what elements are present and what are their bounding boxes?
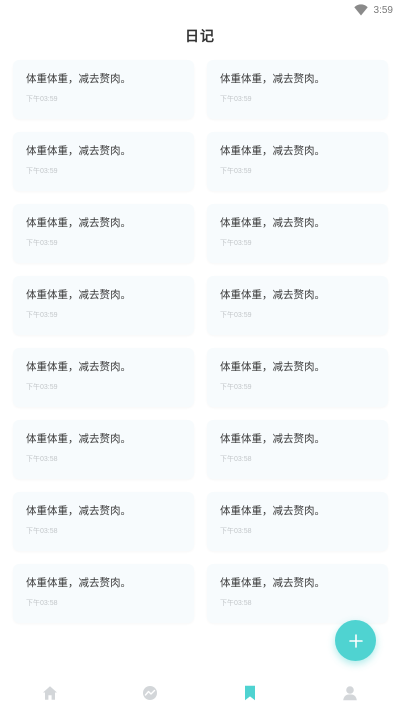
diary-card-time: 下午03:58	[220, 456, 252, 463]
wifi-icon	[353, 4, 368, 16]
diary-card-time: 下午03:59	[220, 168, 252, 175]
diary-card[interactable]: 体重体重，减去赘肉。 下午03:59	[207, 204, 388, 263]
status-bar: 3:59	[0, 0, 400, 20]
diary-card[interactable]: 体重体重，减去赘肉。 下午03:58	[13, 420, 194, 479]
diary-card-text: 体重体重，减去赘肉。	[26, 505, 131, 517]
diary-card-time: 下午03:58	[26, 528, 58, 535]
bottom-tab-bar	[0, 675, 400, 711]
diary-card-text: 体重体重，减去赘肉。	[26, 361, 131, 373]
diary-card[interactable]: 体重体重，减去赘肉。 下午03:59	[207, 348, 388, 407]
diary-card-time: 下午03:59	[220, 312, 252, 319]
tab-home[interactable]	[40, 683, 60, 703]
diary-card[interactable]: 体重体重，减去赘肉。 下午03:58	[207, 420, 388, 479]
bookmark-icon	[245, 685, 255, 701]
diary-card-time: 下午03:59	[26, 168, 58, 175]
diary-card-time: 下午03:59	[26, 240, 58, 247]
diary-card-text: 体重体重，减去赘肉。	[220, 217, 325, 229]
status-time: 3:59	[373, 4, 393, 16]
diary-card[interactable]: 体重体重，减去赘肉。 下午03:58	[13, 492, 194, 551]
diary-card[interactable]: 体重体重，减去赘肉。 下午03:59	[207, 132, 388, 191]
diary-card[interactable]: 体重体重，减去赘肉。 下午03:59	[13, 204, 194, 263]
diary-card[interactable]: 体重体重，减去赘肉。 下午03:58	[13, 564, 194, 623]
diary-grid: 体重体重，减去赘肉。 下午03:59 体重体重，减去赘肉。 下午03:59 体重…	[13, 60, 389, 623]
profile-icon	[343, 686, 357, 701]
diary-card[interactable]: 体重体重，减去赘肉。 下午03:59	[13, 132, 194, 191]
diary-card-text: 体重体重，减去赘肉。	[26, 433, 131, 445]
tab-profile[interactable]	[340, 683, 360, 703]
page-title: 日记	[185, 29, 215, 45]
diary-card-text: 体重体重，减去赘肉。	[220, 145, 325, 157]
diary-card-text: 体重体重，减去赘肉。	[220, 577, 325, 589]
diary-card-text: 体重体重，减去赘肉。	[220, 289, 325, 301]
diary-card[interactable]: 体重体重，减去赘肉。 下午03:59	[13, 60, 194, 119]
diary-card[interactable]: 体重体重，减去赘肉。 下午03:58	[207, 492, 388, 551]
plus-icon	[348, 633, 363, 648]
diary-card-text: 体重体重，减去赘肉。	[26, 289, 131, 301]
diary-card-time: 下午03:59	[26, 312, 58, 319]
diary-card[interactable]: 体重体重，减去赘肉。 下午03:59	[207, 276, 388, 335]
tab-stats[interactable]	[140, 683, 160, 703]
diary-card-time: 下午03:59	[220, 240, 252, 247]
chart-icon	[143, 686, 157, 700]
diary-card-time: 下午03:58	[220, 600, 252, 607]
diary-card-time: 下午03:59	[220, 384, 252, 391]
tab-diary[interactable]	[240, 683, 260, 703]
diary-card-text: 体重体重，减去赘肉。	[220, 361, 325, 373]
home-icon	[43, 686, 57, 700]
diary-card-time: 下午03:59	[26, 96, 58, 103]
add-entry-button[interactable]	[335, 620, 376, 661]
diary-card-text: 体重体重，减去赘肉。	[220, 505, 325, 517]
diary-card-time: 下午03:58	[26, 456, 58, 463]
diary-card[interactable]: 体重体重，减去赘肉。 下午03:59	[13, 276, 194, 335]
diary-card-text: 体重体重，减去赘肉。	[220, 73, 325, 85]
diary-card[interactable]: 体重体重，减去赘肉。 下午03:59	[207, 60, 388, 119]
diary-card[interactable]: 体重体重，减去赘肉。 下午03:58	[207, 564, 388, 623]
diary-card-text: 体重体重，减去赘肉。	[220, 433, 325, 445]
diary-card-text: 体重体重，减去赘肉。	[26, 217, 131, 229]
diary-card-time: 下午03:59	[26, 384, 58, 391]
diary-card[interactable]: 体重体重，减去赘肉。 下午03:59	[13, 348, 194, 407]
diary-card-text: 体重体重，减去赘肉。	[26, 73, 131, 85]
status-icons: 3:59	[353, 2, 393, 18]
diary-card-time: 下午03:58	[26, 600, 58, 607]
diary-card-text: 体重体重，减去赘肉。	[26, 145, 131, 157]
diary-card-text: 体重体重，减去赘肉。	[26, 577, 131, 589]
diary-card-time: 下午03:58	[220, 528, 252, 535]
diary-card-time: 下午03:59	[220, 96, 252, 103]
